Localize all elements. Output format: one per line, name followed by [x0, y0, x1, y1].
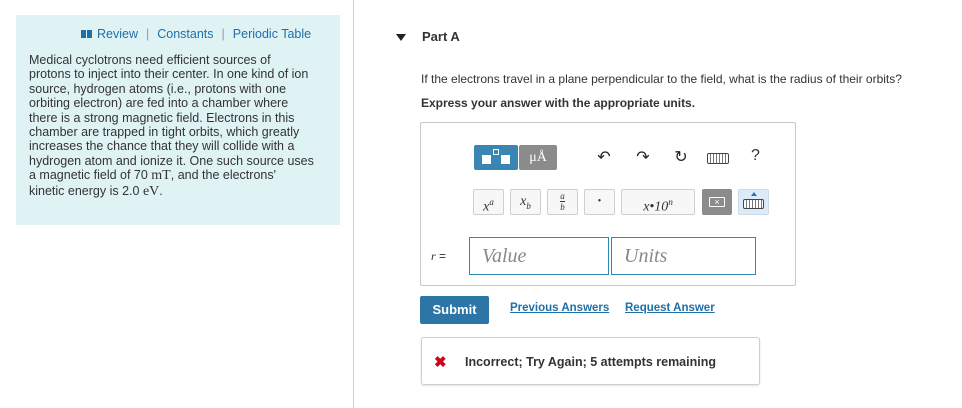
answer-variable: r = [431, 249, 446, 264]
previous-answers-link[interactable]: Previous Answers [510, 302, 609, 314]
link-separator: | [221, 27, 225, 41]
problem-line: there is a strong magnetic field. Electr… [29, 110, 295, 125]
redo-icon[interactable]: ↷ [633, 148, 653, 168]
superscript-button[interactable]: xa [473, 189, 504, 215]
scientific-notation-button[interactable]: x•10n [621, 189, 695, 215]
instruction-text: Express your answer with the appropriate… [421, 96, 696, 110]
resource-links: Review | Constants | Periodic Table [80, 27, 311, 41]
review-link[interactable]: Review [97, 27, 138, 41]
problem-text: , and the electrons' [170, 168, 276, 183]
periodic-table-link[interactable]: Periodic Table [233, 27, 311, 41]
subscript-button[interactable]: xb [510, 189, 541, 215]
book-icon [80, 29, 93, 39]
link-separator: | [146, 27, 150, 41]
collapse-triangle-icon[interactable] [396, 34, 406, 41]
problem-line: chamber are trapped in tight orbits, whi… [29, 125, 300, 140]
problem-line: source, hydrogen atoms (i.e., protons wi… [29, 81, 287, 96]
problem-line: Medical cyclotrons need efficient source… [29, 53, 271, 67]
part-title: Part A [422, 29, 460, 44]
feedback-box: ✖ Incorrect; Try Again; 5 attempts remai… [421, 337, 760, 385]
problem-line: increases the chance that they will coll… [29, 139, 295, 154]
units-button[interactable]: μÅ [519, 145, 557, 170]
denominator: b [560, 202, 565, 213]
error-x-icon: ✖ [434, 354, 447, 371]
arrow-up-icon [751, 192, 757, 196]
problem-text: . [159, 183, 163, 198]
value-input[interactable]: Value [469, 237, 609, 275]
keyboard-icon[interactable] [707, 153, 729, 164]
problem-text: kinetic energy is 2.0 [29, 183, 143, 198]
exponent-symbol: a [489, 197, 494, 207]
panel-divider [353, 0, 354, 408]
problem-text: a magnetic field of 70 [29, 168, 152, 183]
equals-sign: = [439, 249, 447, 263]
fraction-symbol: ab [560, 191, 565, 213]
unit-ev: eV [142, 183, 160, 199]
request-answer-link[interactable]: Request Answer [625, 302, 715, 314]
templates-button[interactable] [474, 145, 518, 170]
help-icon[interactable]: ? [751, 147, 760, 165]
unit-mt: mT [151, 168, 171, 184]
question-text: If the electrons travel in a plane perpe… [421, 72, 902, 86]
sci-notation-exp: n [668, 197, 673, 207]
feedback-message: Incorrect; Try Again; 5 attempts remaini… [465, 355, 716, 369]
keyboard-toggle-button[interactable] [738, 189, 769, 215]
problem-statement: Medical cyclotrons need efficient source… [29, 53, 334, 199]
numerator: a [560, 191, 565, 202]
keyboard-icon [743, 199, 764, 209]
problem-line: hydrogen atom and ionize it. One such so… [29, 153, 314, 168]
subscript-symbol: b [526, 200, 531, 211]
problem-line: protons to inject into their center. In … [29, 67, 309, 82]
problem-line: a magnetic field of 70 mT, and the elect… [29, 168, 334, 183]
dot-button[interactable]: • [584, 189, 615, 215]
undo-icon[interactable]: ↶ [594, 148, 614, 168]
fraction-button[interactable]: ab [547, 189, 578, 215]
problem-line: orbiting electron) are fed into a chambe… [29, 96, 289, 111]
problem-line: kinetic energy is 2.0 eV. [29, 184, 334, 199]
backspace-icon: × [709, 197, 725, 207]
constants-link[interactable]: Constants [157, 27, 213, 41]
units-input[interactable]: Units [611, 237, 756, 275]
backspace-button[interactable]: × [702, 189, 732, 215]
sci-notation-label: x•10 [643, 199, 669, 215]
variable-symbol: r [431, 249, 436, 263]
submit-button[interactable]: Submit [420, 296, 489, 324]
reset-icon[interactable]: ↻ [671, 148, 691, 168]
